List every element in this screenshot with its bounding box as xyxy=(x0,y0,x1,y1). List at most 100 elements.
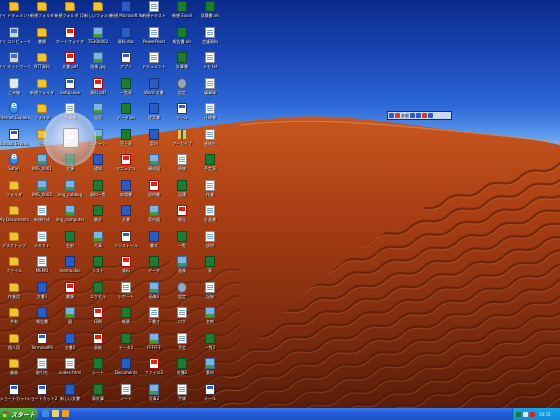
desktop-icon[interactable]: 印刷 xyxy=(84,306,112,332)
desktop-icon[interactable]: アーカイブ xyxy=(168,128,196,154)
desktop-icon[interactable]: 連絡先 xyxy=(196,128,224,154)
desktop-icon[interactable]: ツール xyxy=(168,102,196,128)
desktop-icon[interactable]: 案内図 xyxy=(140,204,168,230)
language-bar[interactable]: あ般 xyxy=(387,111,452,120)
desktop-icon[interactable]: MEMO xyxy=(28,255,56,281)
desktop-icon[interactable]: ファイル xyxy=(0,255,28,281)
help-icon[interactable] xyxy=(422,113,427,118)
desktop-icon[interactable]: Safari xyxy=(0,152,28,179)
desktop-icon[interactable]: フォルダ xyxy=(0,179,28,205)
floating-orb-widget[interactable] xyxy=(44,112,96,166)
desktop-icon[interactable]: 図 xyxy=(56,306,84,332)
desktop-icon[interactable]: 報告 xyxy=(168,204,196,230)
options-icon[interactable] xyxy=(428,113,433,118)
desktop-icon[interactable]: 予定 xyxy=(168,332,196,358)
desktop-icon[interactable]: 表紙 xyxy=(84,332,112,358)
desktop-icon[interactable]: 新しいフォルダ xyxy=(84,0,112,26)
start-button[interactable]: スタート xyxy=(0,408,38,420)
desktop-icon[interactable]: 報告書.xls xyxy=(168,26,196,52)
desktop-icon[interactable]: 説明 xyxy=(196,230,224,256)
desktop-icon[interactable]: 予定表 xyxy=(196,153,224,179)
media-icon[interactable] xyxy=(62,410,69,417)
desktop-icon[interactable]: ショートカット xyxy=(0,383,28,409)
desktop-icon[interactable]: アプリ xyxy=(112,51,140,77)
desktop-icon[interactable]: Setup.exe xyxy=(56,77,84,103)
desktop-icon[interactable]: 計算書 xyxy=(168,51,196,77)
desktop-icon[interactable]: 文書1 xyxy=(28,281,56,307)
desktop-icon[interactable]: 資料.doc xyxy=(112,26,140,52)
desktop-icon[interactable]: リスト xyxy=(84,255,112,281)
desktop-icon[interactable]: 書類 xyxy=(56,281,84,307)
desktop-icon[interactable]: 売上表 xyxy=(112,128,140,154)
desktop-icon[interactable]: ログ xyxy=(168,306,196,332)
desktop-icon[interactable]: メール xyxy=(196,383,224,409)
desktop-icon[interactable]: ノート xyxy=(112,383,140,409)
desktop-icon[interactable]: 作業 xyxy=(196,179,224,205)
desktop-icon[interactable]: 新規 Microsoft Word xyxy=(110,0,142,26)
desktop-icon[interactable]: img_catalog xyxy=(56,179,84,205)
desktop-icon[interactable]: 画像 xyxy=(168,255,196,281)
desktop-icon[interactable]: 資料.pdf xyxy=(84,77,112,103)
clock[interactable]: 14:33 xyxy=(539,412,551,417)
desktop-icon[interactable]: Documents xyxy=(112,357,140,383)
desktop-icon[interactable]: img_computer xyxy=(56,204,84,230)
desktop-icon[interactable]: 新規フォルダ (2) xyxy=(55,0,85,26)
desktop-icon[interactable]: 原稿 xyxy=(168,153,196,179)
desktop-icon[interactable]: データ.xls xyxy=(112,102,140,128)
desktop-icon[interactable]: レポート xyxy=(112,281,140,307)
desktop-icon[interactable]: 業務 xyxy=(0,357,28,383)
desktop-icon[interactable]: ごみ箱 xyxy=(0,77,28,103)
desktop-icon[interactable]: 文書2 xyxy=(56,332,84,358)
desktop-icon[interactable]: memo.doc xyxy=(56,255,84,281)
desktop-icon[interactable]: ドキュメント xyxy=(140,51,168,77)
desktop-icon[interactable]: テキスト xyxy=(28,230,56,256)
ime-mode-icon[interactable] xyxy=(395,113,400,118)
desktop-icon[interactable] xyxy=(52,410,59,417)
desktop-icon[interactable]: デスクトップ xyxy=(0,230,28,256)
dictionary-icon[interactable] xyxy=(416,113,421,118)
desktop-icon[interactable]: 説明書 xyxy=(140,179,168,205)
desktop-icon[interactable]: 文書.pdf xyxy=(56,51,84,77)
desktop-icon[interactable]: 新しい文書 xyxy=(56,383,84,409)
desktop-icon[interactable]: データ xyxy=(140,255,168,281)
desktop-icon[interactable]: 集計 xyxy=(84,204,112,230)
ie-icon[interactable] xyxy=(42,410,49,417)
desktop-icon[interactable]: 画像.jpg xyxy=(84,51,112,77)
desktop-icon[interactable]: ファイル2 xyxy=(140,357,168,383)
desktop-icon[interactable]: ショートカット2 xyxy=(27,383,57,409)
desktop-icon[interactable]: 名簿2 xyxy=(168,357,196,383)
desktop-icon[interactable]: ポートフォリオ xyxy=(56,26,84,52)
desktop-icon[interactable]: 名刺 xyxy=(196,306,224,332)
ime-icon[interactable] xyxy=(389,113,394,118)
desktop-icon[interactable]: My Documents xyxy=(0,204,29,230)
volume-icon[interactable] xyxy=(523,411,528,417)
desktop-icon[interactable]: エクセル xyxy=(84,281,112,307)
desktop-icon[interactable]: TS300002 xyxy=(84,26,112,52)
network-icon[interactable] xyxy=(516,411,521,417)
desktop-icon[interactable]: 申請書 xyxy=(112,179,140,205)
desktop-icon[interactable]: 記録 xyxy=(196,281,224,307)
desktop-icon[interactable]: 見積 xyxy=(168,179,196,205)
desktop-icon[interactable]: TerminalPS xyxy=(28,332,56,358)
desktop-icon[interactable]: 文書 xyxy=(112,204,140,230)
desktop-icon[interactable]: 計画書 xyxy=(196,204,224,230)
desktop-icon[interactable]: 仕様書 xyxy=(196,102,224,128)
desktop-icon[interactable]: 新規作成 xyxy=(28,204,56,230)
desktop-icon[interactable]: 書類 xyxy=(28,26,56,52)
desktop-icon[interactable]: 一覧2 xyxy=(196,332,224,358)
desktop-icon[interactable]: Word 文書 xyxy=(140,77,168,103)
security-icon[interactable] xyxy=(530,411,535,417)
desktop-icon[interactable]: 名前 xyxy=(56,230,84,256)
desktop-icon[interactable]: 個人用 xyxy=(0,332,28,358)
desktop-icon[interactable]: 素材 xyxy=(196,357,224,383)
desktop-icon[interactable]: FFFFFF xyxy=(140,332,168,358)
desktop-icon[interactable]: シート xyxy=(84,357,112,383)
desktop-icon[interactable]: 一覧表 xyxy=(112,77,140,103)
desktop-icon[interactable]: メモ.txt xyxy=(196,51,224,77)
desktop-icon[interactable]: 写真2 xyxy=(140,383,168,409)
desktop-icon[interactable]: 設定 xyxy=(168,77,196,103)
desktop-icon[interactable]: 新規フォルダ xyxy=(28,0,56,26)
desktop-icon[interactable]: 議事録 xyxy=(196,77,224,103)
desktop-icon[interactable]: 資料 xyxy=(112,255,140,281)
desktop-icon[interactable]: 設定 xyxy=(168,281,196,307)
